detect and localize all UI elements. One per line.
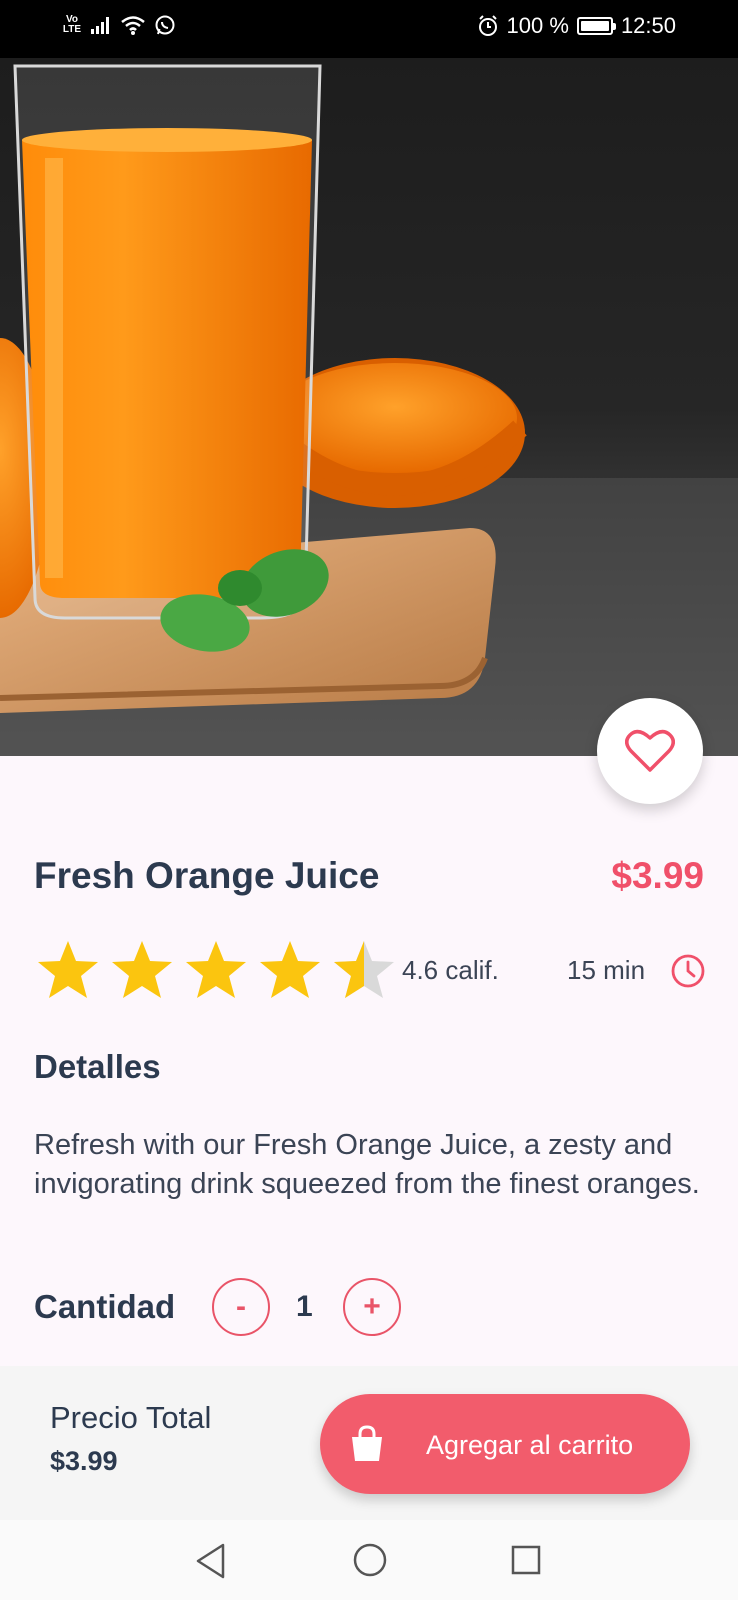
heart-icon xyxy=(625,729,675,772)
status-right: 100 % 12:50 xyxy=(477,13,676,39)
recent-apps-icon[interactable] xyxy=(511,1545,541,1575)
volte-icon: Vo LTE xyxy=(62,14,82,35)
signal-icon xyxy=(91,17,109,34)
status-bar: Vo LTE 100 % 12:50 xyxy=(0,0,738,58)
star-half-icon xyxy=(334,941,394,998)
quantity-decrease-button[interactable]: - xyxy=(212,1278,270,1336)
status-left: Vo LTE xyxy=(62,14,176,36)
quantity-label: Cantidad xyxy=(34,1288,176,1325)
star-icon xyxy=(112,941,172,998)
clock-icon xyxy=(671,954,705,988)
star-icon xyxy=(38,941,98,998)
home-icon[interactable] xyxy=(352,1542,388,1578)
shopping-bag-icon xyxy=(352,1425,382,1461)
prep-time: 15 min xyxy=(567,955,646,985)
details-title: Detalles xyxy=(34,1048,161,1085)
clock-time: 12:50 xyxy=(620,13,676,38)
navigation-bar xyxy=(0,1520,738,1600)
favorite-button[interactable] xyxy=(597,698,703,804)
total-price-value: $3.99 xyxy=(50,1446,118,1476)
quantity-value: 1 xyxy=(296,1290,313,1323)
whatsapp-icon xyxy=(155,15,175,35)
total-price-label: Precio Total xyxy=(50,1400,212,1435)
product-title: Fresh Orange Juice xyxy=(34,855,380,896)
battery-icon xyxy=(576,17,616,35)
rating-label: 4.6 calif. xyxy=(402,955,499,985)
product-image xyxy=(0,58,738,756)
rating-stars xyxy=(36,938,396,1002)
add-to-cart-button[interactable]: Agregar al carrito xyxy=(320,1394,690,1494)
product-description: Refresh with our Fresh Orange Juice, a z… xyxy=(34,1129,700,1200)
quantity-increase-button[interactable]: + xyxy=(343,1278,401,1336)
star-icon xyxy=(260,941,320,998)
battery-percent: 100 % xyxy=(506,13,569,38)
alarm-icon xyxy=(478,15,497,36)
wifi-icon xyxy=(121,16,145,35)
add-to-cart-label: Agregar al carrito xyxy=(426,1430,634,1460)
back-icon[interactable] xyxy=(193,1542,229,1580)
product-price: $3.99 xyxy=(611,855,704,896)
star-icon xyxy=(186,941,246,998)
